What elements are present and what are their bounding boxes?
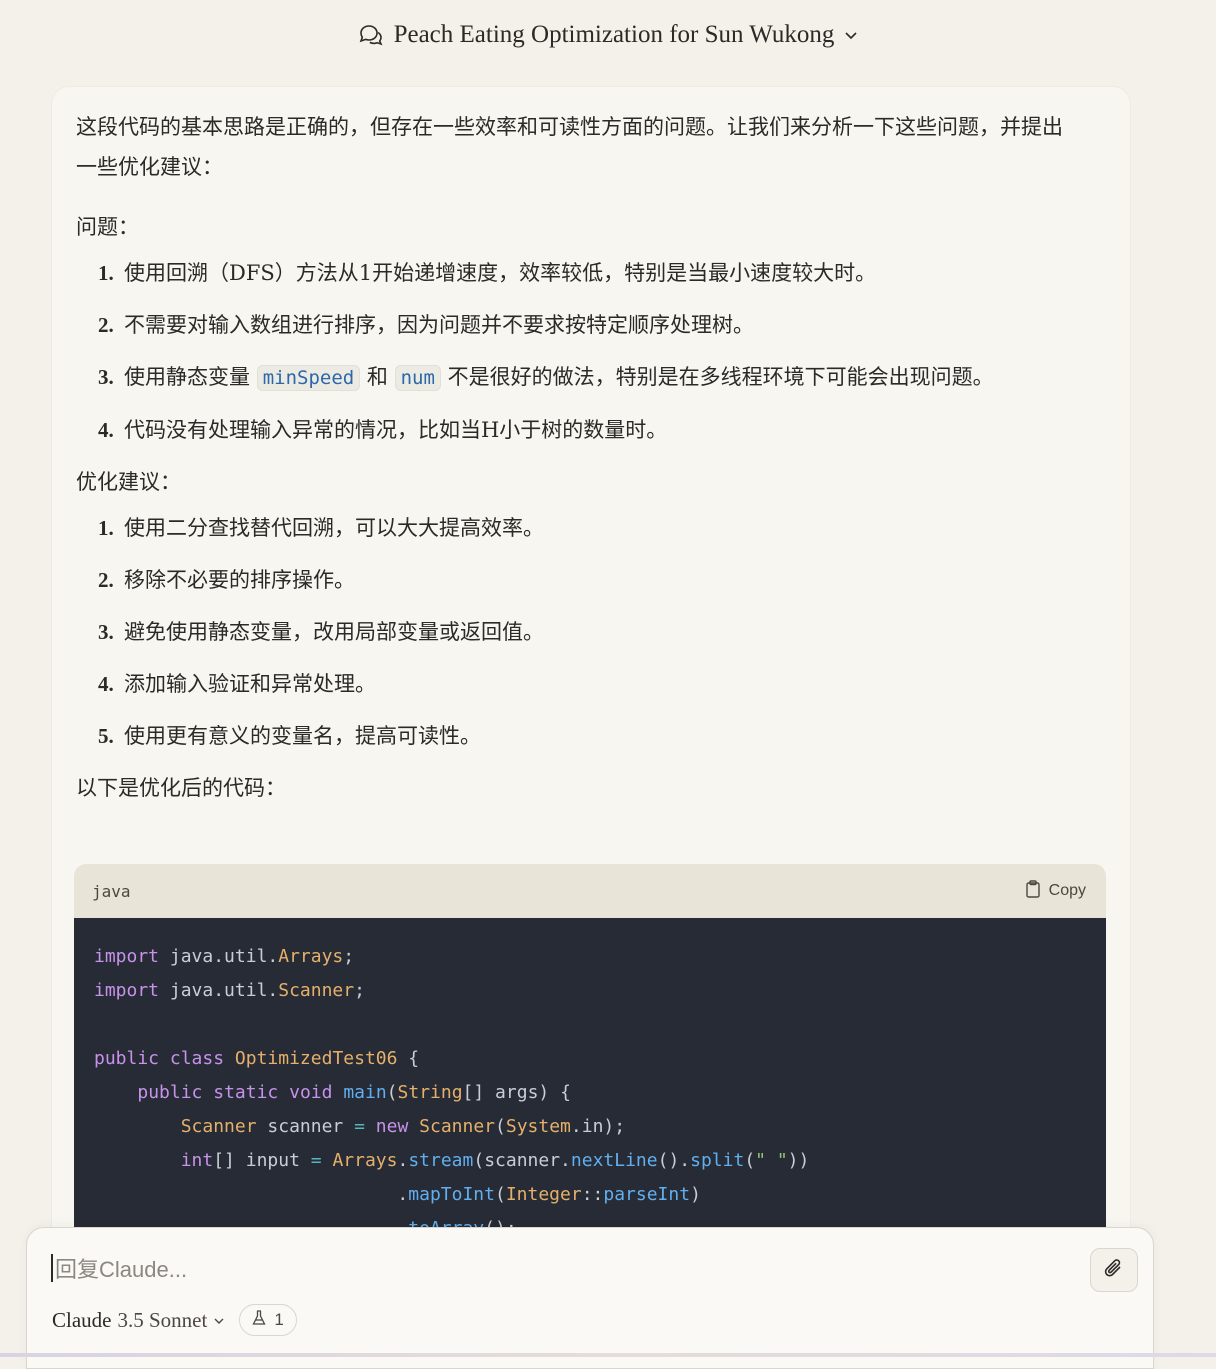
assistant-message: 这段代码的基本思路是正确的，但存在一些效率和可读性方面的问题。让我们来分析一下这… <box>51 86 1131 1328</box>
message-intro: 这段代码的基本思路是正确的，但存在一些效率和可读性方面的问题。让我们来分析一下这… <box>76 115 1063 179</box>
code-line: import java.util.Scanner; <box>94 980 365 1001</box>
chat-bubbles-icon <box>358 23 384 47</box>
problems-heading: 问题： <box>76 215 139 239</box>
code-language-label: java <box>92 881 131 901</box>
reply-placeholder: 回复Claude... <box>55 1257 188 1282</box>
list-item: 2. 移除不必要的排序操作。 <box>98 568 355 592</box>
list-item: 4. 代码没有处理输入异常的情况，比如当H小于树的数量时。 <box>98 418 668 442</box>
chat-header: Peach Eating Optimization for Sun Wukong <box>0 0 1216 72</box>
chevron-down-icon <box>844 28 858 42</box>
clipboard-icon <box>1025 879 1041 903</box>
code-line: public class OptimizedTest06 { <box>94 1048 420 1069</box>
list-item: 3. 避免使用静态变量，改用局部变量或返回值。 <box>98 620 544 644</box>
copy-code-button[interactable]: Copy <box>1025 879 1086 903</box>
paperclip-icon <box>1103 1256 1125 1284</box>
list-item: 3. 使用静态变量 minSpeed 和 num 不是很好的做法，特别是在多线程… <box>98 365 994 391</box>
list-item: 1. 使用回溯（DFS）方法从1开始递增速度，效率较低，特别是当最小速度较大时。 <box>98 261 877 285</box>
experimental-features-badge[interactable]: 1 <box>239 1304 297 1336</box>
code-line: Scanner scanner = new Scanner(System.in)… <box>180 1116 626 1137</box>
model-selector[interactable]: Claude 3.5 Sonnet <box>52 1308 225 1333</box>
copy-label: Copy <box>1048 882 1086 899</box>
code-line: .mapToInt(Integer::parseInt) <box>94 1184 701 1205</box>
problems-list: 1. 使用回溯（DFS）方法从1开始递增速度，效率较低，特别是当最小速度较大时。… <box>76 253 1106 450</box>
list-item: 5. 使用更有意义的变量名，提高可读性。 <box>98 724 481 748</box>
conversation-title-button[interactable]: Peach Eating Optimization for Sun Wukong <box>358 21 859 49</box>
flask-icon <box>252 1309 266 1331</box>
composer-toolbar: Claude 3.5 Sonnet 1 <box>52 1304 297 1336</box>
inline-code: num <box>394 365 441 391</box>
model-version: 3.5 Sonnet <box>117 1307 208 1332</box>
reply-composer: 回复Claude... Claude 3.5 Sonnet 1 <box>26 1227 1154 1369</box>
model-name: Claude <box>52 1307 112 1332</box>
list-item: 4. 添加输入验证和异常处理。 <box>98 672 376 696</box>
code-line: import java.util.Arrays; <box>94 946 355 967</box>
list-item: 1. 使用二分查找替代回溯，可以大大提高效率。 <box>98 516 544 540</box>
code-block-header: java Copy <box>74 864 1106 918</box>
code-line: public static void main(String[] args) { <box>137 1082 571 1103</box>
suggestions-heading: 优化建议： <box>76 470 181 494</box>
inline-code: minSpeed <box>256 365 361 391</box>
suggestions-list: 1. 使用二分查找替代回溯，可以大大提高效率。 2. 移除不必要的排序操作。 3… <box>76 508 1106 756</box>
code-intro: 以下是优化后的代码： <box>76 776 286 800</box>
conversation-title: Peach Eating Optimization for Sun Wukong <box>393 21 835 48</box>
badge-count: 1 <box>274 1310 284 1329</box>
text-caret <box>51 1254 53 1282</box>
bottom-strip <box>0 1353 1216 1357</box>
attach-file-button[interactable] <box>1090 1248 1138 1292</box>
chevron-down-icon <box>213 1308 225 1333</box>
reply-input[interactable]: 回复Claude... <box>51 1250 1051 1286</box>
list-item: 2. 不需要对输入数组进行排序，因为问题并不要求按特定顺序处理树。 <box>98 313 754 337</box>
code-line: int[] input = Arrays.stream(scanner.next… <box>180 1150 810 1171</box>
